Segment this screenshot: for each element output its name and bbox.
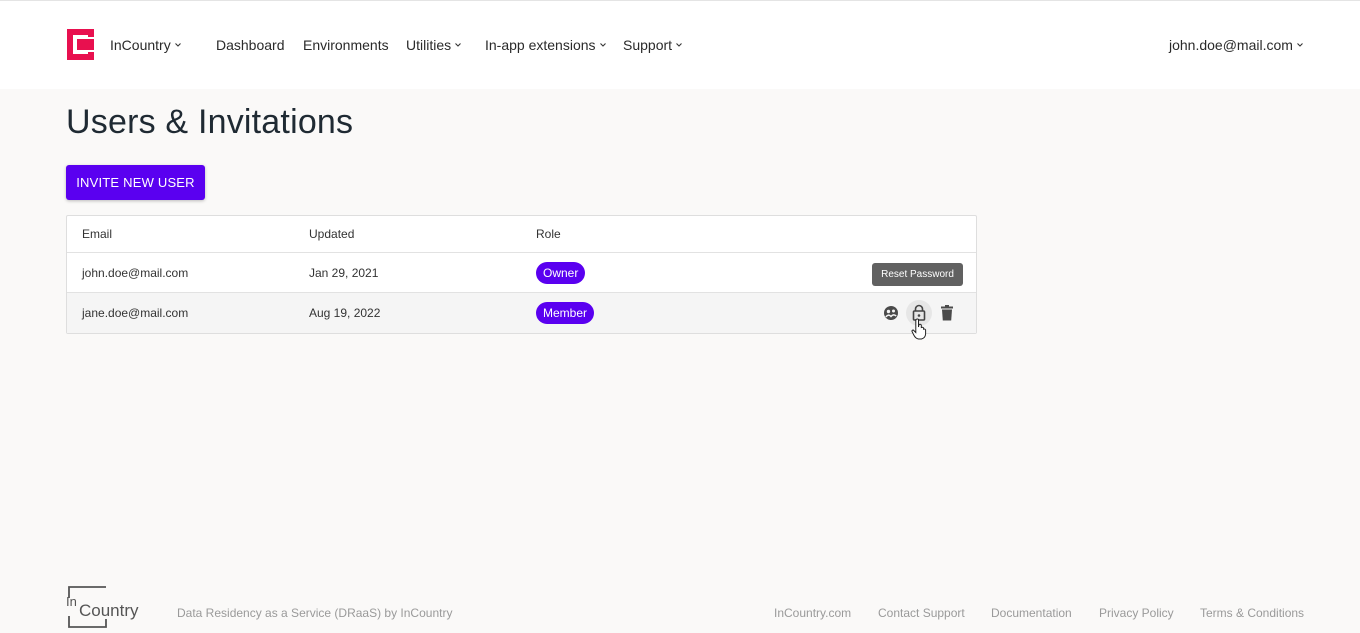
table-row: john.doe@mail.com Jan 29, 2021 Owner <box>67 253 976 293</box>
row-email: john.doe@mail.com <box>82 265 189 280</box>
row-role: Owner <box>536 253 586 292</box>
footer-link-incountry[interactable]: InCountry.com <box>774 606 851 620</box>
top-header: InCountry Dashboard Environments Utiliti… <box>0 1 1360 89</box>
nav-support[interactable]: Support <box>623 37 683 53</box>
nav-environments[interactable]: Environments <box>303 37 389 53</box>
brand-dropdown[interactable]: InCountry <box>110 37 182 53</box>
nav-utilities[interactable]: Utilities <box>406 37 462 53</box>
users-table: Email Updated Role john.doe@mail.com Jan… <box>66 215 977 334</box>
footer-logo-in: In <box>66 594 77 609</box>
delete-user-button[interactable] <box>938 304 956 322</box>
brand-label: InCountry <box>110 37 171 53</box>
chevron-down-icon <box>599 43 606 47</box>
table-header-row: Email Updated Role <box>67 216 976 253</box>
footer-link-terms[interactable]: Terms & Conditions <box>1200 606 1304 620</box>
footer-incountry-logo: In Country <box>66 586 139 628</box>
user-email-label: john.doe@mail.com <box>1169 37 1293 53</box>
nav-inapp-label: In-app extensions <box>485 37 596 53</box>
change-role-button[interactable] <box>882 304 900 322</box>
column-header-updated[interactable]: Updated <box>309 216 354 252</box>
footer-link-documentation[interactable]: Documentation <box>991 606 1072 620</box>
trash-icon <box>941 305 953 321</box>
row-updated: Jan 29, 2021 <box>309 265 379 280</box>
chevron-down-icon <box>455 43 462 47</box>
role-badge: Member <box>536 302 595 324</box>
footer-link-contact-support[interactable]: Contact Support <box>878 606 965 620</box>
nav-inapp-extensions[interactable]: In-app extensions <box>485 37 607 53</box>
column-header-role[interactable]: Role <box>536 216 561 252</box>
reset-password-tooltip: Reset Password <box>872 263 963 286</box>
footer-link-privacy-policy[interactable]: Privacy Policy <box>1099 606 1174 620</box>
footer-tagline: Data Residency as a Service (DRaaS) by I… <box>177 606 453 620</box>
invite-new-user-button[interactable]: INVITE NEW USER <box>66 165 205 200</box>
hand-cursor-icon <box>911 318 927 340</box>
role-badge: Owner <box>536 261 586 284</box>
page-title: Users & Invitations <box>66 103 354 141</box>
row-role: Member <box>536 293 595 333</box>
users-circle-icon <box>884 306 898 320</box>
user-menu[interactable]: john.doe@mail.com <box>1169 37 1304 53</box>
nav-dashboard-label: Dashboard <box>216 37 285 53</box>
column-header-email[interactable]: Email <box>82 216 112 252</box>
table-row: jane.doe@mail.com Aug 19, 2022 Member <box>67 293 976 333</box>
nav-support-label: Support <box>623 37 673 53</box>
nav-dashboard[interactable]: Dashboard <box>216 37 285 53</box>
chevron-down-icon <box>676 43 682 47</box>
row-email: jane.doe@mail.com <box>82 306 189 320</box>
chevron-down-icon <box>174 43 181 47</box>
footer-logo-country: Country <box>79 601 139 620</box>
nav-environments-label: Environments <box>303 37 389 53</box>
row-updated: Aug 19, 2022 <box>309 306 381 320</box>
incountry-logo-icon[interactable] <box>67 29 94 60</box>
nav-utilities-label: Utilities <box>406 37 452 53</box>
chevron-down-icon <box>1297 43 1303 47</box>
